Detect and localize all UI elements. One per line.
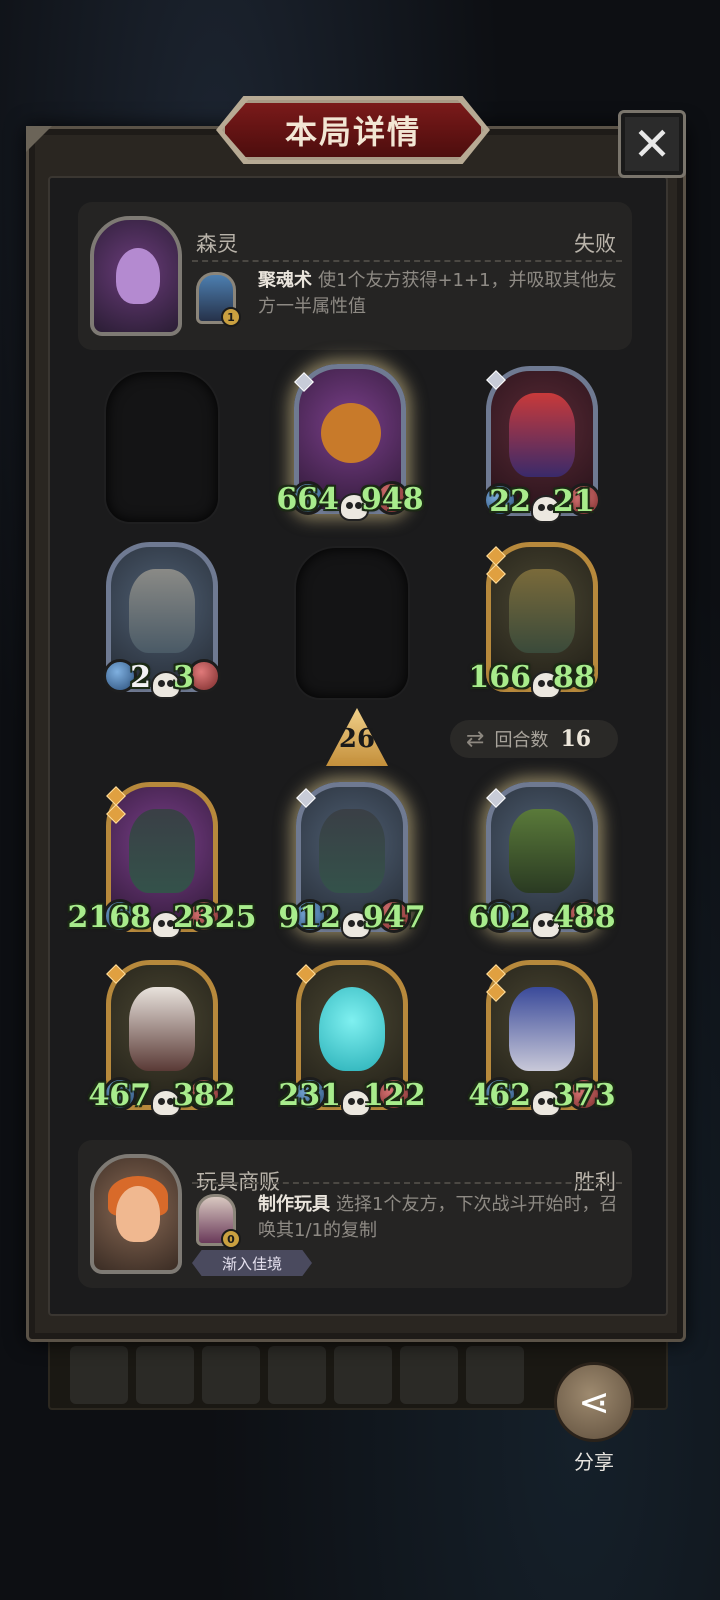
health-value: 373 — [553, 1078, 616, 1113]
close-icon: ✕ — [632, 117, 672, 171]
rounds-counter: ⇄ 回合数 16 — [450, 720, 618, 758]
attack-value: 462 — [468, 1078, 531, 1113]
health-value: 3 — [173, 660, 194, 695]
background-thumb — [268, 1346, 326, 1404]
background-thumb — [136, 1346, 194, 1404]
wizard-icon — [509, 987, 575, 1071]
player-avatar[interactable] — [90, 1154, 182, 1274]
empty-slot — [296, 548, 408, 698]
share-icon: ⋖ — [578, 1380, 610, 1424]
ghost-icon — [319, 987, 385, 1071]
divider — [192, 260, 622, 262]
background-thumb — [70, 1346, 128, 1404]
knight-icon — [319, 809, 385, 893]
opponent-avatar[interactable] — [90, 216, 182, 336]
health-value: 488 — [553, 900, 616, 935]
divider — [192, 1182, 622, 1184]
robot-icon — [129, 569, 195, 653]
attack-value: 231 — [278, 1078, 341, 1113]
unit-card-witch-hat[interactable]: 166 88 — [468, 542, 598, 697]
status-tag: 渐入佳境 — [192, 1250, 312, 1276]
attack-value: 22 — [489, 484, 531, 519]
health-value: 947 — [363, 900, 426, 935]
knight-icon — [129, 809, 195, 893]
title-banner: 本局详情 — [222, 100, 484, 160]
attack-value: 467 — [88, 1078, 151, 1113]
demon-face-icon — [116, 248, 160, 304]
background-thumb — [400, 1346, 458, 1404]
background-thumb — [202, 1346, 260, 1404]
unit-card-ghost[interactable]: 231 122 — [278, 960, 426, 1115]
opponent-skill-text: 聚魂术 使1个友方获得+1+1，并吸取其他友方一半属性值 — [258, 268, 618, 320]
witch-hat-icon — [509, 569, 575, 653]
background-thumb — [466, 1346, 524, 1404]
modal-title: 本局详情 — [284, 113, 421, 151]
clown-icon — [509, 393, 575, 477]
share-button[interactable]: ⋖ — [554, 1362, 634, 1442]
rounds-value: 16 — [560, 726, 592, 752]
frame-corner — [26, 126, 52, 152]
health-value: 382 — [173, 1078, 236, 1113]
opponent-skill-name: 聚魂术 — [258, 270, 312, 291]
level-number: 26 — [338, 724, 376, 754]
unit-card-robot[interactable]: 2 3 — [103, 542, 221, 697]
rank-gem-icon — [486, 982, 506, 1002]
player-skill-icon[interactable]: 0 — [196, 1194, 241, 1249]
health-value: 2325 — [173, 900, 257, 935]
player-skill-name: 制作玩具 — [258, 1194, 330, 1215]
unit-card-wizard[interactable]: 462 373 — [468, 960, 616, 1115]
opponent-skill-icon[interactable]: 1 — [196, 272, 241, 327]
player-skill-text: 制作玩具 选择1个友方，下次战斗开始时，召唤其1/1的复制 — [258, 1192, 618, 1244]
attack-value: 664 — [276, 482, 339, 517]
health-value: 948 — [361, 482, 424, 517]
rank-gem-icon — [106, 804, 126, 824]
opponent-panel: 森灵 失败 1 聚魂术 使1个友方获得+1+1，并吸取其他友方一半属性值 — [78, 202, 632, 350]
attack-value: 166 — [468, 660, 531, 695]
pumpkin-icon — [321, 403, 381, 463]
opponent-name: 森灵 — [196, 232, 238, 256]
repeat-icon: ⇄ — [466, 726, 485, 752]
health-value: 122 — [363, 1078, 426, 1113]
attack-value: 2 — [130, 660, 151, 695]
rabbit-mask-icon — [129, 987, 195, 1071]
empty-slot — [106, 372, 218, 522]
unit-card-rabbit-mask[interactable]: 467 382 — [88, 960, 236, 1115]
unit-card-clown[interactable]: 22 21 — [483, 366, 601, 521]
skill-cost-badge: 0 — [221, 1229, 241, 1249]
background-thumb — [334, 1346, 392, 1404]
health-value: 88 — [553, 660, 595, 695]
toy-seller-face-icon — [116, 1186, 160, 1242]
attack-value: 602 — [468, 900, 531, 935]
unit-card-grinning-monster[interactable]: 602 488 — [468, 782, 616, 937]
health-value: 21 — [553, 484, 595, 519]
player-panel: 玩具商贩 胜利 0 制作玩具 选择1个友方，下次战斗开始时，召唤其1/1的复制 渐… — [78, 1140, 632, 1288]
opponent-result: 失败 — [574, 232, 616, 256]
unit-card-pumpkin[interactable]: 664 948 — [276, 364, 424, 519]
attack-value: 912 — [278, 900, 341, 935]
rounds-label: 回合数 — [494, 730, 549, 751]
unit-card-knight[interactable]: 2168 2325 — [68, 782, 257, 937]
attack-value: 2168 — [67, 900, 152, 935]
close-button[interactable]: ✕ — [618, 110, 686, 178]
rank-gem-icon — [486, 564, 506, 584]
monster-icon — [509, 809, 575, 893]
skill-cost-badge: 1 — [221, 307, 241, 327]
unit-card-knight[interactable]: 912 947 — [278, 782, 426, 937]
share-label: 分享 — [574, 1450, 614, 1474]
